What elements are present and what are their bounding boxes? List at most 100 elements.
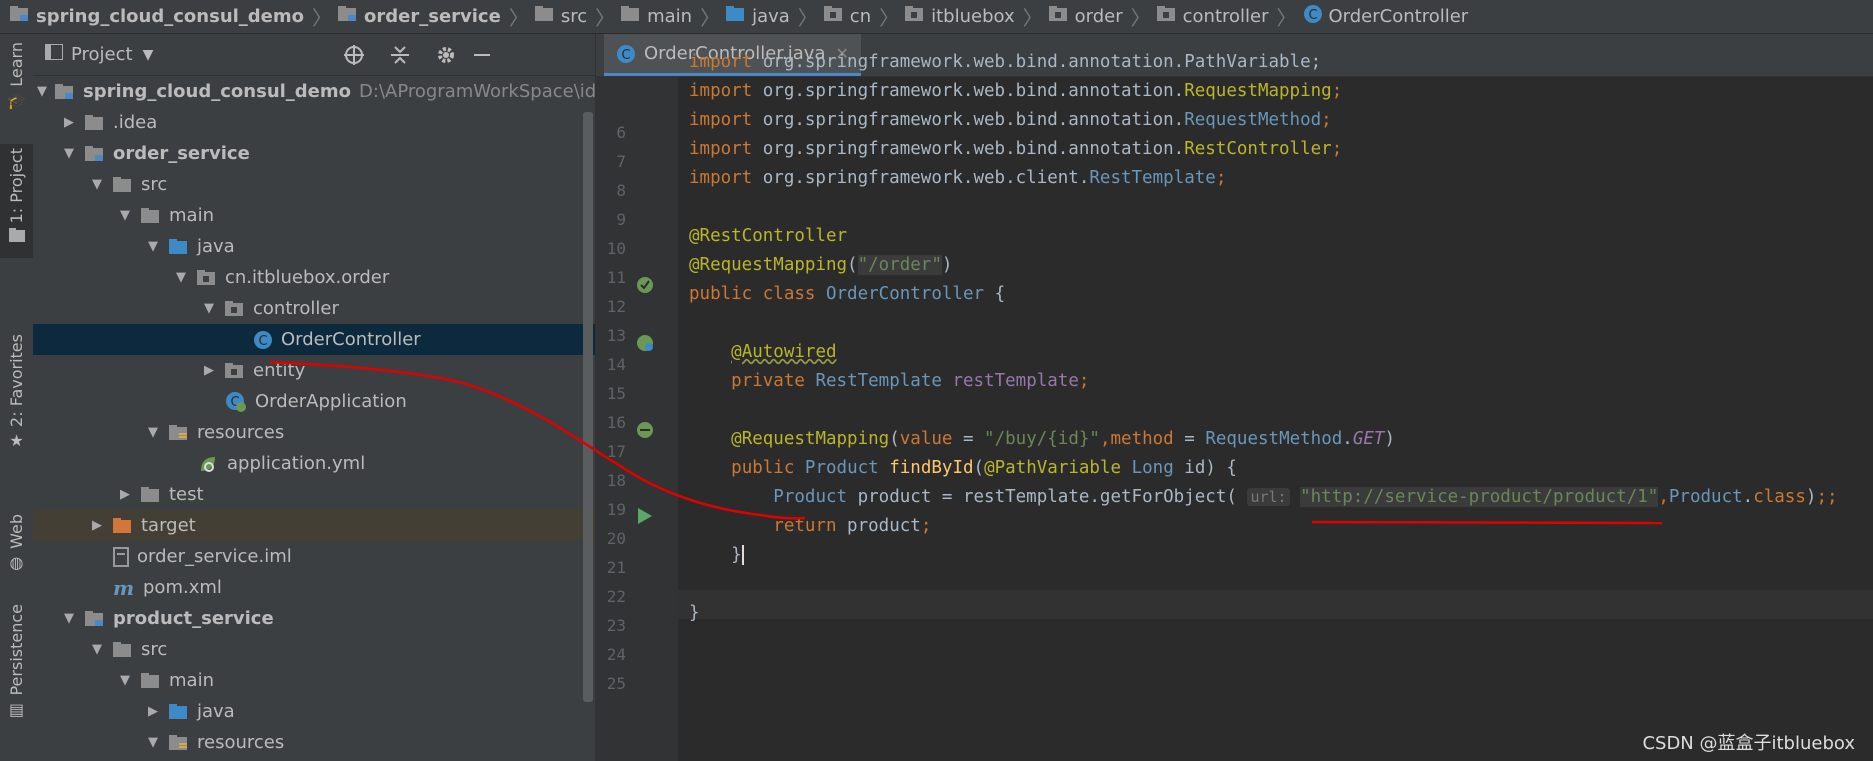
chevron-down-icon[interactable]: ▼	[145, 425, 161, 440]
svg-text:C: C	[621, 48, 630, 63]
line-number: 24	[606, 645, 626, 664]
breadcrumb-item-java[interactable]: java 〉	[726, 2, 818, 31]
line-number: 7	[616, 152, 626, 171]
tree-item-java[interactable]: ▼ java	[33, 231, 595, 262]
left-tool-strip: Learn 🎓 1: Project 2: Favorites ★ Web ◍ …	[0, 34, 34, 761]
line-number: 13	[606, 326, 626, 345]
line-number: 19	[606, 500, 626, 519]
chevron-down-icon[interactable]: ▼	[89, 177, 105, 192]
chevron-down-icon[interactable]: ▼	[37, 84, 47, 99]
breadcrumb-item-module[interactable]: order_service 〉	[338, 2, 529, 31]
chevron-right-icon[interactable]: ▶	[117, 487, 133, 502]
tree-item-idea[interactable]: ▶ .idea	[33, 107, 595, 138]
tree-item-product-java[interactable]: ▶ java	[33, 696, 595, 727]
chevron-down-icon[interactable]: ▼	[145, 735, 161, 750]
module-file-icon	[113, 546, 129, 567]
spring-bean-icon[interactable]	[634, 274, 656, 301]
chevron-down-icon[interactable]: ▼	[61, 611, 77, 626]
module-folder-icon	[85, 610, 105, 627]
code-line: import org.springframework.web.bind.anno…	[689, 110, 1332, 130]
spring-autowire-icon[interactable]	[634, 419, 656, 446]
chevron-down-icon[interactable]: ▼	[117, 673, 133, 688]
chevron-down-icon[interactable]: ▼	[173, 270, 189, 285]
chevron-down-icon[interactable]: ▼	[61, 146, 77, 161]
tree-item-order-controller[interactable]: C OrderController	[33, 324, 595, 355]
project-scrollbar[interactable]	[583, 112, 593, 702]
code-line: import org.springframework.web.client.Re…	[689, 168, 1227, 188]
tree-item-iml[interactable]: order_service.iml	[33, 541, 595, 572]
breadcrumb-item-controller[interactable]: controller 〉	[1156, 2, 1297, 31]
chevron-down-icon[interactable]: ▼	[89, 642, 105, 657]
tree-item-package-order[interactable]: ▼ cn.itbluebox.order	[33, 262, 595, 293]
chevron-right-icon[interactable]: ▶	[89, 518, 105, 533]
tree-item-pom[interactable]: m pom.xml	[33, 572, 595, 603]
breadcrumb-item-class[interactable]: C OrderController	[1303, 4, 1468, 29]
svg-text:C: C	[258, 334, 267, 349]
maven-icon: m	[113, 578, 135, 598]
tree-item-resources[interactable]: ▼ resources	[33, 417, 595, 448]
folder-icon	[85, 114, 105, 131]
tree-item-order-service[interactable]: ▼ order_service	[33, 138, 595, 169]
line-number: 12	[606, 297, 626, 316]
gear-icon[interactable]	[433, 42, 459, 68]
tree-item-project-root[interactable]: ▼ spring_cloud_consul_demo D:\AProgramWo…	[33, 76, 595, 107]
source-folder-icon	[726, 6, 746, 27]
tree-item-entity[interactable]: ▶ entity	[33, 355, 595, 386]
spring-boot-class-icon: C	[225, 391, 247, 413]
chevron-down-icon[interactable]: ▼	[143, 47, 154, 63]
code-editor: C OrderController.java ✕ 6 7 8 9 10 11 1…	[596, 34, 1873, 761]
learn-icon: 🎓	[6, 90, 27, 110]
tree-item-src[interactable]: ▼ src	[33, 169, 595, 200]
locate-icon[interactable]	[341, 42, 367, 68]
breadcrumb-item-cn[interactable]: cn 〉	[823, 2, 899, 31]
line-number: 9	[616, 210, 626, 229]
breadcrumb-item-src[interactable]: src 〉	[534, 2, 615, 31]
database-icon: ▤	[8, 699, 25, 719]
breadcrumb-item-itbluebox[interactable]: itbluebox 〉	[905, 2, 1043, 31]
folder-icon	[141, 207, 161, 224]
line-number: 25	[606, 674, 626, 693]
hide-panel-icon[interactable]	[469, 42, 495, 68]
project-view-icon	[44, 43, 64, 65]
chevron-right-icon[interactable]: ▶	[145, 704, 161, 719]
run-icon[interactable]	[636, 506, 654, 531]
line-number: 22	[606, 587, 626, 606]
chevron-down-icon[interactable]: ▼	[145, 239, 161, 254]
tree-item-order-application[interactable]: C OrderApplication	[33, 386, 595, 417]
code-line: public class OrderController {	[689, 284, 1006, 304]
breadcrumb-item-main[interactable]: main 〉	[621, 2, 720, 31]
chevron-down-icon[interactable]: ▼	[201, 301, 217, 316]
tree-item-test[interactable]: ▶ test	[33, 479, 595, 510]
line-number: 20	[606, 529, 626, 548]
line-number: 18	[606, 471, 626, 490]
chevron-right-icon[interactable]: ▶	[61, 115, 77, 130]
chevron-right-icon[interactable]: ▶	[201, 363, 217, 378]
tool-tab-persistence[interactable]: Persistence ▤	[0, 604, 33, 719]
code-line: }	[689, 545, 755, 565]
tree-item-product-main[interactable]: ▼ main	[33, 665, 595, 696]
tree-item-product-src[interactable]: ▼ src	[33, 634, 595, 665]
tool-tab-web[interactable]: Web ◍	[0, 514, 33, 572]
tree-item-main[interactable]: ▼ main	[33, 200, 595, 231]
tree-item-target[interactable]: ▶ target	[33, 510, 595, 541]
tool-tab-project[interactable]: 1: Project	[0, 144, 33, 258]
code-line: @RequestMapping("/order")	[689, 255, 953, 275]
class-icon: C	[616, 44, 636, 64]
collapse-all-icon[interactable]	[387, 42, 413, 68]
tree-item-controller[interactable]: ▼ controller	[33, 293, 595, 324]
code-line: return product;	[773, 516, 932, 536]
spring-mapping-icon[interactable]	[634, 332, 656, 359]
breadcrumb-item-project[interactable]: spring_cloud_consul_demo 〉	[10, 2, 332, 31]
tree-item-product-resources[interactable]: ▼ resources	[33, 727, 595, 758]
chevron-down-icon[interactable]: ▼	[117, 208, 133, 223]
breadcrumb-item-order[interactable]: order 〉	[1048, 2, 1151, 31]
line-number: 11	[606, 268, 626, 287]
tree-item-product-service[interactable]: ▼ product_service	[33, 603, 595, 634]
line-number: 15	[606, 384, 626, 403]
line-number: 14	[606, 355, 626, 374]
folder-icon	[141, 486, 161, 503]
tool-tab-learn[interactable]: Learn 🎓	[0, 42, 33, 110]
url-string: "http://service-product/product/1"	[1300, 487, 1659, 507]
tree-item-application-yml[interactable]: application.yml	[33, 448, 595, 479]
tool-tab-favorites[interactable]: 2: Favorites ★	[0, 334, 33, 450]
